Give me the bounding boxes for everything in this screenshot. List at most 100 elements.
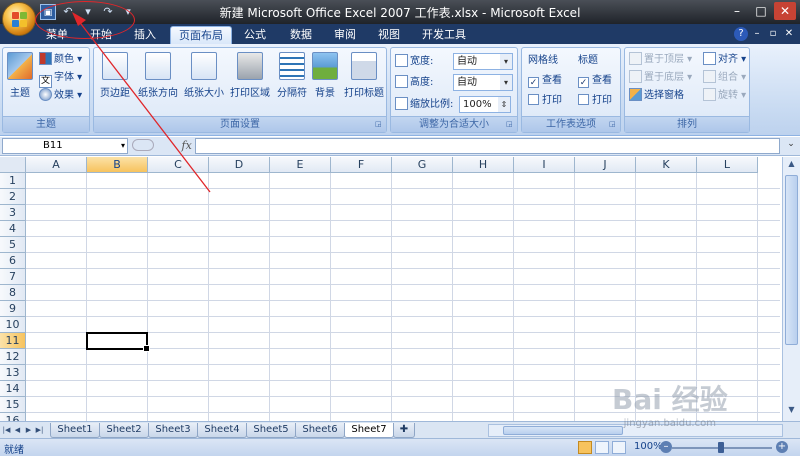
- column-header[interactable]: J: [575, 157, 636, 173]
- print-titles-button[interactable]: 打印标题: [342, 52, 386, 112]
- sheet-tab[interactable]: Sheet6: [295, 423, 345, 438]
- page-break-view-icon[interactable]: [612, 441, 626, 454]
- row-header[interactable]: 4: [0, 221, 26, 237]
- background-button[interactable]: 背景: [310, 52, 340, 112]
- next-sheet-icon[interactable]: ▶: [24, 424, 33, 436]
- row-header[interactable]: 10: [0, 317, 26, 333]
- zoom-out-icon[interactable]: –: [660, 441, 672, 453]
- row-header[interactable]: 11: [0, 333, 26, 349]
- tab-home[interactable]: 开始: [82, 26, 120, 44]
- rotate-button[interactable]: 旋转 ▾: [703, 88, 746, 104]
- fx-icon[interactable]: fx: [182, 139, 192, 152]
- row-header[interactable]: 2: [0, 189, 26, 205]
- sheet-tab[interactable]: Sheet1: [50, 423, 100, 438]
- zoom-knob[interactable]: [718, 442, 724, 453]
- breaks-button[interactable]: 分隔符: [274, 52, 310, 112]
- column-header[interactable]: F: [331, 157, 392, 173]
- column-header[interactable]: C: [148, 157, 209, 173]
- align-button[interactable]: 对齐 ▾: [703, 52, 746, 68]
- zoom-level[interactable]: 100%: [634, 441, 663, 452]
- tab-page-layout[interactable]: 页面布局: [170, 26, 232, 44]
- formula-input[interactable]: [195, 138, 780, 154]
- themes-button[interactable]: 主题: [5, 52, 35, 112]
- spinner-icon[interactable]: ⇕: [498, 97, 510, 112]
- tab-menu[interactable]: 菜单: [38, 26, 76, 44]
- office-button[interactable]: [2, 2, 36, 36]
- normal-view-icon[interactable]: [578, 441, 592, 454]
- group-button[interactable]: 组合 ▾: [703, 70, 746, 86]
- headings-print-checkbox[interactable]: 打印: [578, 94, 612, 107]
- tab-data[interactable]: 数据: [282, 26, 320, 44]
- paper-size-button[interactable]: 纸张大小: [182, 52, 226, 112]
- row-header[interactable]: 6: [0, 253, 26, 269]
- sheet-tab[interactable]: Sheet3: [148, 423, 198, 438]
- sheet-tab[interactable]: Sheet5: [246, 423, 296, 438]
- ribbon-minimize-icon[interactable]: –: [750, 27, 764, 41]
- minimize-button[interactable]: –: [726, 2, 748, 20]
- row-header[interactable]: 1: [0, 173, 26, 189]
- help-icon[interactable]: ?: [734, 27, 748, 41]
- close-button[interactable]: ✕: [774, 2, 796, 20]
- headings-view-checkbox[interactable]: ✓ 查看: [578, 74, 612, 88]
- orientation-button[interactable]: 纸张方向: [136, 52, 180, 112]
- tab-view[interactable]: 视图: [370, 26, 408, 44]
- column-header[interactable]: L: [697, 157, 758, 173]
- row-header[interactable]: 3: [0, 205, 26, 221]
- row-header[interactable]: 16: [0, 413, 26, 421]
- tab-developer[interactable]: 开发工具: [414, 26, 474, 44]
- row-header[interactable]: 7: [0, 269, 26, 285]
- scroll-thumb[interactable]: [785, 175, 798, 345]
- row-header[interactable]: 13: [0, 365, 26, 381]
- name-box[interactable]: B11 ▾: [2, 138, 128, 154]
- column-header[interactable]: D: [209, 157, 270, 173]
- selection-pane-button[interactable]: 选择窗格: [629, 88, 684, 104]
- row-header[interactable]: 8: [0, 285, 26, 301]
- row-header[interactable]: 15: [0, 397, 26, 413]
- scroll-down-icon[interactable]: ▼: [785, 405, 798, 419]
- hscroll-thumb[interactable]: [503, 426, 623, 435]
- column-header[interactable]: E: [270, 157, 331, 173]
- sheet-tab[interactable]: Sheet4: [197, 423, 247, 438]
- select-all-corner[interactable]: [0, 157, 26, 173]
- theme-colors-button[interactable]: 颜色 ▾: [39, 52, 82, 68]
- row-header[interactable]: 9: [0, 301, 26, 317]
- ribbon-restore-icon[interactable]: ▫: [766, 27, 780, 41]
- gridlines-print-checkbox[interactable]: 打印: [528, 94, 562, 107]
- scale-input[interactable]: 100% ⇕: [459, 96, 511, 113]
- insert-sheet-icon[interactable]: ✚: [393, 423, 415, 438]
- prev-sheet-icon[interactable]: ◀: [13, 424, 22, 436]
- scale-launcher-icon[interactable]: ◲: [506, 120, 515, 129]
- zoom-slider[interactable]: [672, 442, 772, 453]
- scroll-up-icon[interactable]: ▲: [785, 159, 798, 173]
- first-sheet-icon[interactable]: |◀: [2, 424, 11, 436]
- chevron-down-icon[interactable]: ▾: [121, 139, 125, 153]
- bring-to-front-button[interactable]: 置于顶层 ▾: [629, 52, 692, 68]
- column-header[interactable]: H: [453, 157, 514, 173]
- zoom-in-icon[interactable]: +: [776, 441, 788, 453]
- maximize-button[interactable]: □: [750, 2, 772, 20]
- theme-fonts-button[interactable]: 文字体 ▾: [39, 70, 82, 88]
- page-setup-launcher-icon[interactable]: ◲: [375, 120, 384, 129]
- column-header[interactable]: K: [636, 157, 697, 173]
- active-cell[interactable]: [86, 332, 150, 352]
- gridlines-view-checkbox[interactable]: ✓ 查看: [528, 74, 562, 88]
- last-sheet-icon[interactable]: ▶|: [35, 424, 44, 436]
- tab-insert[interactable]: 插入: [126, 26, 164, 44]
- column-header[interactable]: A: [26, 157, 87, 173]
- height-select[interactable]: 自动 ▾: [453, 74, 513, 91]
- column-header[interactable]: B: [87, 157, 148, 173]
- send-to-back-button[interactable]: 置于底层 ▾: [629, 70, 692, 86]
- row-header[interactable]: 5: [0, 237, 26, 253]
- sheet-options-launcher-icon[interactable]: ◲: [609, 120, 618, 129]
- width-select[interactable]: 自动 ▾: [453, 53, 513, 70]
- print-area-button[interactable]: 打印区域: [228, 52, 272, 112]
- row-header[interactable]: 12: [0, 349, 26, 365]
- tab-review[interactable]: 审阅: [326, 26, 364, 44]
- ribbon-close-icon[interactable]: ✕: [782, 27, 796, 41]
- expand-formula-bar-icon[interactable]: ⌄: [784, 139, 798, 153]
- sheet-tab[interactable]: Sheet7: [344, 423, 394, 438]
- tab-formulas[interactable]: 公式: [236, 26, 274, 44]
- margins-button[interactable]: 页边距: [98, 52, 132, 112]
- row-header[interactable]: 14: [0, 381, 26, 397]
- vertical-scrollbar[interactable]: ▲ ▼: [782, 157, 800, 421]
